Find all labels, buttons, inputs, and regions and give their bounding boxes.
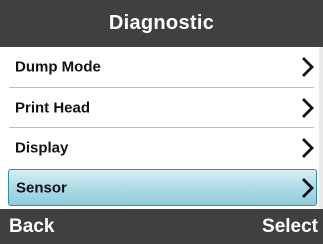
- diagnostic-menu: Dump Mode Print Head Display Sensor: [0, 47, 323, 209]
- chevron-right-icon: [302, 138, 314, 158]
- scrollbar[interactable]: [319, 47, 323, 209]
- menu-item-label: Dump Mode: [15, 58, 101, 76]
- title-bar: Diagnostic: [0, 0, 323, 47]
- select-button[interactable]: Select: [262, 216, 318, 238]
- menu-item-sensor[interactable]: Sensor: [8, 169, 317, 206]
- menu-item-label: Display: [15, 139, 69, 157]
- chevron-right-icon: [302, 57, 314, 77]
- page-title: Diagnostic: [108, 12, 215, 34]
- back-button[interactable]: Back: [9, 216, 54, 238]
- menu-item-label: Sensor: [16, 179, 67, 196]
- menu-item-label: Print Head: [15, 99, 91, 117]
- menu-item-dump-mode[interactable]: Dump Mode: [0, 47, 323, 87]
- menu-item-display[interactable]: Display: [0, 128, 323, 168]
- chevron-right-icon: [302, 98, 314, 118]
- softkey-bar: Back Select: [0, 209, 323, 244]
- menu-item-print-head[interactable]: Print Head: [0, 88, 323, 128]
- diagnostic-screen: Diagnostic Dump Mode Print Head Display …: [0, 0, 323, 244]
- chevron-right-icon: [302, 177, 314, 198]
